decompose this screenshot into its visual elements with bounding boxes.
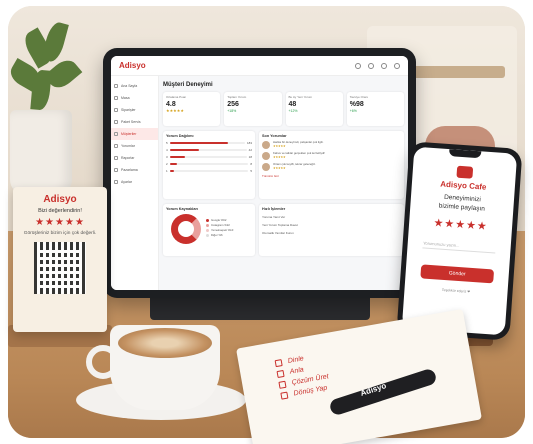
action-auto-reply[interactable]: Otomatik Yanıtlar Kurun — [262, 231, 401, 235]
rating-distribution-card: Yorum Dağılımı 5 183 4 42 3 18 28 15 — [163, 131, 255, 199]
main-content: Müşteri Deneyimi Ortalama Puan 4.8 ★★★★★ T… — [163, 79, 404, 286]
table-sign: Adisyo Bizi değerlendirin! ★★★★★ Görüşle… — [13, 187, 107, 332]
rating-row: 5 183 — [166, 141, 252, 145]
chart-icon — [114, 156, 118, 160]
plant-pot — [10, 110, 72, 194]
sidebar-item-orders[interactable]: Siparişler — [111, 104, 158, 116]
latte-art — [118, 328, 212, 358]
sidebar-item-home[interactable]: Ana Sayfa — [111, 80, 158, 92]
phone-message: Deneyiminizi bizimle paylaşın — [438, 193, 486, 213]
quick-actions-card: Hızlı İşlemler Yoruma Yanıt Ver Yeni Yor… — [259, 204, 404, 256]
gear-icon — [114, 180, 118, 184]
sidebar: Ana Sayfa Masa Siparişler Paket Servis M… — [111, 76, 159, 290]
tablet-screen: Adisyo Ana Sayfa Masa Siparişler Paket S… — [111, 56, 408, 290]
kpi-row: Ortalama Puan 4.8 ★★★★★ Toplam Yorum 256 +18… — [163, 92, 404, 126]
phone-notch — [448, 149, 482, 159]
chat-bubble-icon — [455, 165, 473, 179]
sidebar-item-delivery[interactable]: Paket Servis — [111, 116, 158, 128]
kpi-card[interactable]: Bu Ay Yeni Yorum 48 +12% — [285, 92, 343, 126]
review-item[interactable]: Kahve ve tatlılar gerçekten çok lezzetli… — [262, 151, 401, 160]
search-icon[interactable] — [355, 62, 361, 69]
sidebar-item-settings[interactable]: Ayarlar — [111, 176, 158, 188]
comment-icon — [114, 144, 118, 148]
checkbox-icon — [274, 359, 283, 368]
sign-brand: Adisyo — [43, 194, 77, 205]
qr-code-icon[interactable] — [34, 242, 86, 295]
rating-row: 28 — [166, 162, 252, 166]
review-item[interactable]: Harika bir deneyimdi, çalışanlar çok ilg… — [262, 140, 401, 149]
orders-icon — [114, 108, 118, 112]
page-title: Müşteri Deneyimi — [163, 82, 213, 88]
sign-subtitle: Görüşleriniz bizim için çok değerli. — [23, 231, 97, 236]
delivery-icon — [114, 120, 118, 124]
recent-reviews-card: Son Yorumlar Harika bir deneyimdi, çalış… — [259, 131, 404, 199]
megaphone-icon — [114, 168, 118, 172]
tablet-device: Adisyo Ana Sayfa Masa Siparişler Paket S… — [103, 48, 416, 298]
checkbox-icon — [278, 380, 287, 389]
action-reply[interactable]: Yoruma Yanıt Ver — [262, 215, 401, 219]
app-logo[interactable]: Adisyo — [119, 61, 146, 70]
review-input[interactable]: Yorumunuzu yazın... — [422, 240, 496, 254]
avatar — [262, 141, 270, 149]
avatar — [262, 152, 270, 160]
top-bar: Adisyo — [111, 56, 408, 76]
star-rating-input[interactable]: ★★★★★ — [409, 214, 513, 234]
notification-icon[interactable] — [381, 62, 387, 69]
rating-row: 3 18 — [166, 155, 252, 159]
avatar — [262, 163, 270, 171]
sidebar-item-tables[interactable]: Masa — [111, 92, 158, 104]
topbar-icons — [355, 62, 400, 69]
sidebar-item-marketing[interactable]: Pazarlama — [111, 164, 158, 176]
rating-row: 4 42 — [166, 148, 252, 152]
rating-row: 15 — [166, 169, 252, 173]
users-icon — [114, 132, 118, 136]
bottom-row: Yorum Kaynakları Google %62 Instagram %2… — [163, 204, 404, 256]
phone-brand: Adisyo Cafe — [439, 179, 487, 192]
star-rating: ★★★★★ — [166, 108, 184, 113]
home-icon — [114, 84, 118, 88]
review-sources-card: Yorum Kaynakları Google %62 Instagram %2… — [163, 204, 255, 256]
action-invite[interactable]: Yeni Yorum Toplama Davet — [262, 223, 401, 227]
middle-row: Yorum Dağılımı 5 183 4 42 3 18 28 15 Son Yo… — [163, 131, 404, 199]
kpi-card[interactable]: Tavsiye Oranı %98 +6% — [346, 92, 404, 126]
submit-button[interactable]: Gönder — [420, 263, 494, 283]
sidebar-item-customers[interactable]: Müşteriler — [111, 128, 158, 140]
review-item[interactable]: Ortam çok keyifli, tekrar geleceğiz. ★★★★… — [262, 162, 401, 171]
phone-footer: Teşekkür ederiz ❤ — [441, 287, 471, 294]
bell-icon[interactable] — [368, 62, 374, 69]
checkbox-icon — [280, 391, 289, 400]
sidebar-item-reviews[interactable]: Yorumlar — [111, 140, 158, 152]
sidebar-item-reports[interactable]: Raporlar — [111, 152, 158, 164]
source-legend: Google %62 Instagram %22 Yemeksepeti %10… — [206, 207, 233, 253]
donut-chart — [171, 214, 201, 244]
phone-screen: Adisyo Cafe Deneyiminizi bizimle paylaşın… — [401, 146, 518, 336]
see-all-link[interactable]: Tümünü Gör — [262, 174, 401, 178]
sign-stars: ★★★★★ — [35, 217, 85, 228]
kpi-card[interactable]: Toplam Yorum 256 +18% — [224, 92, 282, 126]
table-icon — [114, 96, 118, 100]
checkbox-icon — [276, 369, 285, 379]
sign-headline: Bizi değerlendirin! — [38, 208, 82, 214]
kpi-card[interactable]: Ortalama Puan 4.8 ★★★★★ — [163, 92, 221, 126]
user-avatar-icon[interactable] — [394, 62, 400, 69]
